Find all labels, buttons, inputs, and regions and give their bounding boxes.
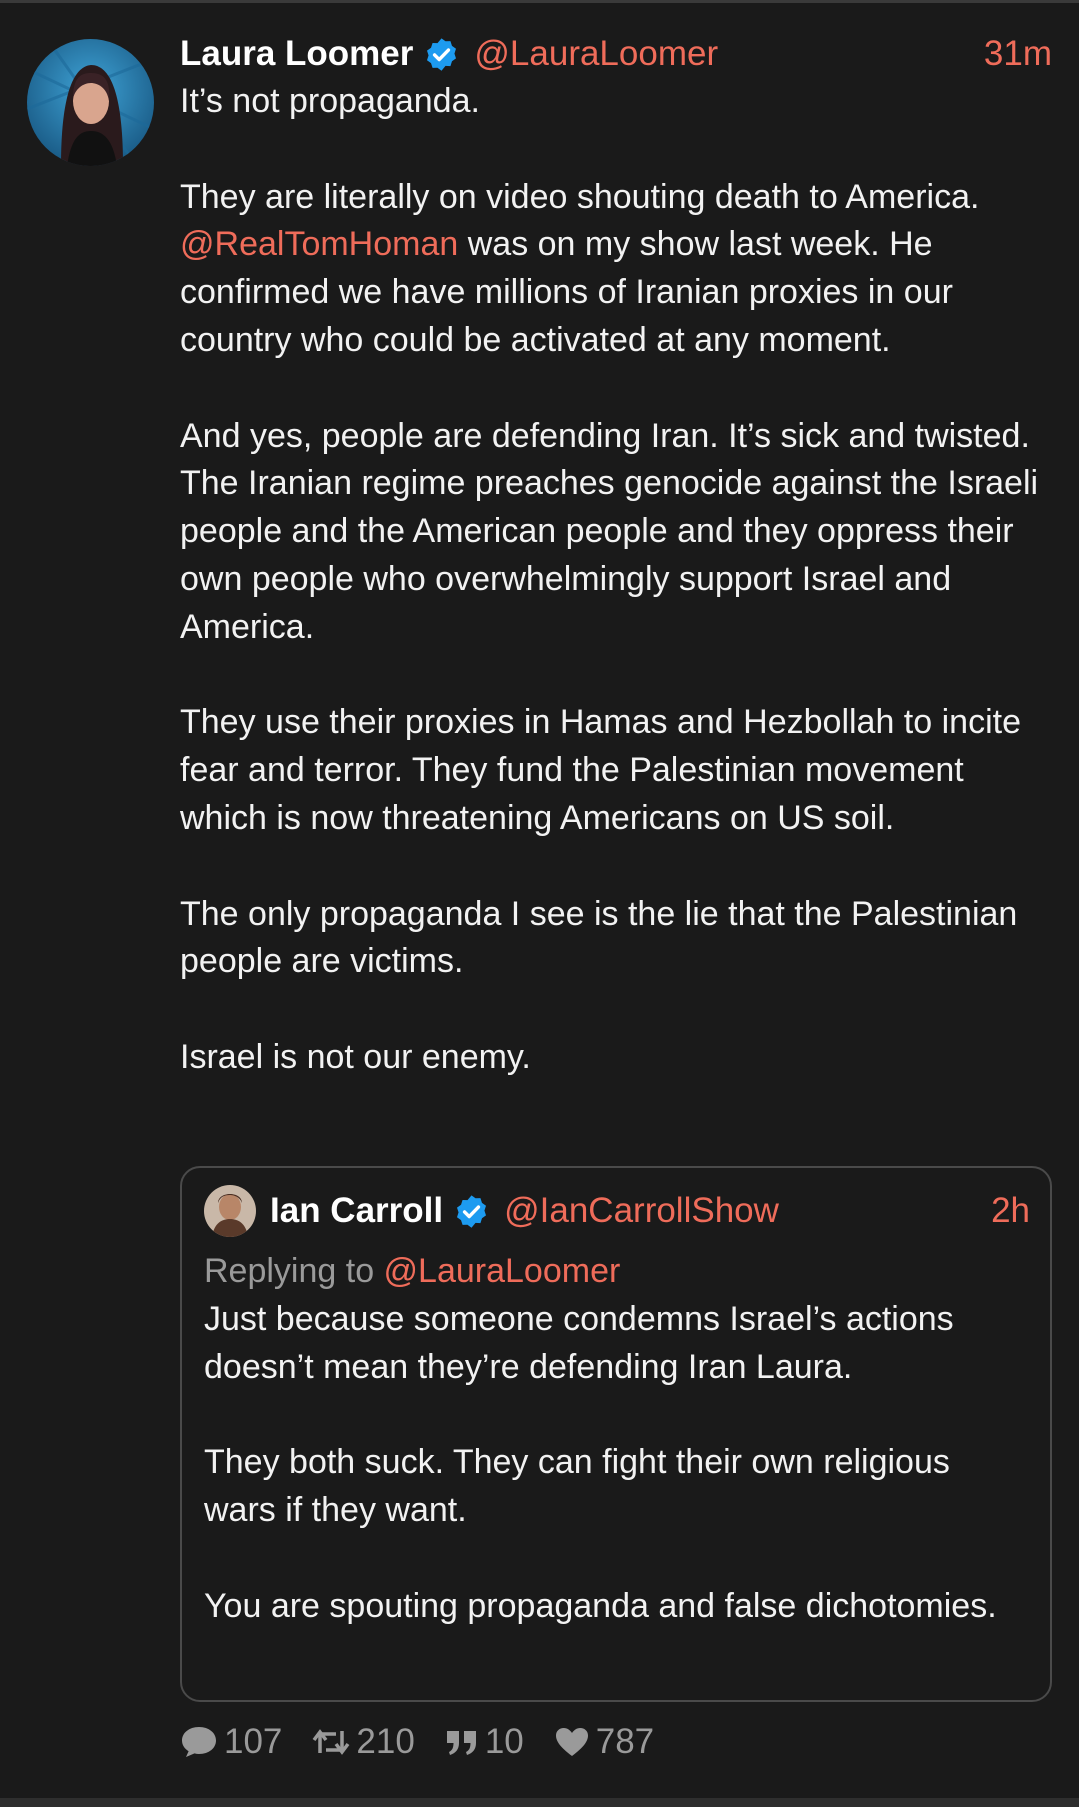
tweet-paragraph: They use their proxies in Hamas and Hezb…: [180, 703, 1021, 837]
tweet-paragraph: They are literally on video shouting dea…: [180, 174, 1052, 365]
quote-icon: [446, 1731, 476, 1755]
quoted-paragraph: They both suck. They can fight their own…: [204, 1443, 950, 1529]
quoted-paragraph: You are spouting propaganda and false di…: [204, 1586, 997, 1625]
tweet-header: Laura Loomer @LauraLoomer 31m: [180, 30, 1052, 78]
quote-button[interactable]: 10: [445, 1722, 524, 1762]
reply-button[interactable]: 107: [180, 1722, 282, 1762]
author-avatar[interactable]: [27, 39, 154, 166]
quoted-tweet-body: Replying to @LauraLoomer Just because so…: [204, 1248, 1030, 1630]
quote-count: 10: [484, 1722, 524, 1761]
tweet-paragraph: The only propaganda I see is the lie tha…: [180, 894, 1018, 981]
tweet-paragraph: Israel is not our enemy.: [180, 1037, 531, 1076]
bottom-divider: [0, 1798, 1079, 1807]
reply-count: 107: [224, 1722, 283, 1761]
tweet-paragraph: And yes, people are defending Iran. It’s…: [180, 416, 1039, 646]
tweet-text: They are literally on video shouting dea…: [180, 177, 980, 216]
mention-link[interactable]: @RealTomHoman: [180, 225, 458, 263]
quoted-tweet-timestamp[interactable]: 2h: [991, 1191, 1030, 1231]
quoted-author-name[interactable]: Ian Carroll: [270, 1191, 443, 1231]
quoted-tweet[interactable]: Ian Carroll @IanCarrollShow 2h Replying …: [180, 1166, 1052, 1702]
tweet-paragraph: It’s not propaganda.: [180, 82, 480, 120]
quoted-tweet-header: Ian Carroll @IanCarrollShow 2h: [204, 1182, 1030, 1240]
author-handle[interactable]: @LauraLoomer: [474, 34, 718, 74]
tweet-timestamp[interactable]: 31m: [984, 34, 1052, 74]
repost-icon: [313, 1729, 350, 1755]
quoted-paragraph: Just because someone condemns Israel’s a…: [204, 1299, 954, 1386]
like-count: 787: [595, 1722, 655, 1761]
heart-icon: [555, 1728, 588, 1756]
like-button[interactable]: 787: [554, 1722, 654, 1762]
comment-bubble-icon: [182, 1727, 216, 1757]
replying-to-handle[interactable]: @LauraLoomer: [384, 1252, 621, 1290]
repost-button[interactable]: 210: [312, 1722, 415, 1762]
verified-badge-icon: [453, 1193, 490, 1230]
author-name[interactable]: Laura Loomer: [180, 34, 413, 74]
tweet-actions: 107 210 10 787: [180, 1722, 684, 1762]
verified-badge-icon: [423, 36, 460, 73]
tweet-body: It’s not propaganda. They are literally …: [180, 78, 1052, 1082]
tweet[interactable]: Laura Loomer @LauraLoomer 31m It’s not p…: [0, 0, 1079, 1798]
replying-to-label: Replying to: [204, 1252, 384, 1290]
quoted-author-handle[interactable]: @IanCarrollShow: [504, 1191, 779, 1231]
quoted-author-avatar[interactable]: [204, 1185, 256, 1237]
replying-to: Replying to @LauraLoomer: [204, 1248, 1030, 1296]
repost-count: 210: [356, 1722, 415, 1761]
